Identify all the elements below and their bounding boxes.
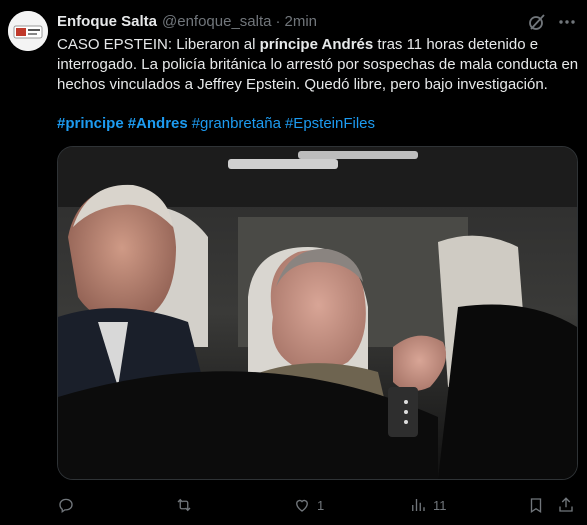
hashtag-link[interactable]: #EpsteinFiles bbox=[285, 115, 375, 132]
tweet[interactable]: Enfoque Salta @enfoque_salta · 2min CASO… bbox=[0, 0, 587, 525]
photo-image bbox=[58, 147, 577, 479]
author-name[interactable]: Enfoque Salta bbox=[57, 13, 157, 30]
bookmark-icon bbox=[530, 498, 542, 514]
timestamp[interactable]: 2min bbox=[285, 13, 318, 30]
tweet-text-part: CASO EPSTEIN: Liberaron al bbox=[57, 36, 260, 53]
retweet-button[interactable] bbox=[175, 496, 199, 514]
hashtag-link[interactable]: #granbretaña bbox=[192, 115, 281, 132]
hashtag-list: #principe #Andres #granbretaña #EpsteinFile… bbox=[57, 114, 379, 134]
separator: · bbox=[275, 12, 281, 30]
views-button[interactable]: 11 bbox=[409, 496, 447, 514]
bookmark-button[interactable] bbox=[527, 496, 551, 514]
hashtag-link[interactable]: #Andres bbox=[128, 115, 188, 132]
views-icon bbox=[412, 499, 425, 511]
tweet-header: Enfoque Salta @enfoque_salta · 2min bbox=[57, 11, 317, 31]
like-button[interactable]: 1 bbox=[293, 496, 324, 514]
tweet-actions: 1 11 bbox=[57, 496, 579, 518]
avatar-image bbox=[8, 11, 48, 51]
views-count: 11 bbox=[433, 497, 447, 513]
retweet-icon bbox=[177, 498, 191, 512]
more-icon[interactable] bbox=[556, 11, 578, 33]
grok-icon[interactable] bbox=[527, 12, 547, 32]
author-handle[interactable]: @enfoque_salta bbox=[162, 13, 271, 30]
tweet-text: CASO EPSTEIN: Liberaron al príncipe Andr… bbox=[57, 35, 579, 95]
tweet-photo[interactable] bbox=[57, 146, 578, 480]
hashtag-link[interactable]: #principe bbox=[57, 115, 124, 132]
heart-icon bbox=[296, 499, 308, 512]
share-icon bbox=[559, 497, 573, 512]
avatar[interactable] bbox=[8, 11, 48, 51]
reply-icon bbox=[59, 498, 73, 514]
like-count: 1 bbox=[317, 497, 325, 513]
tweet-text-bold: príncipe Andrés bbox=[259, 36, 374, 53]
share-button[interactable] bbox=[557, 496, 581, 514]
reply-button[interactable] bbox=[57, 496, 81, 514]
